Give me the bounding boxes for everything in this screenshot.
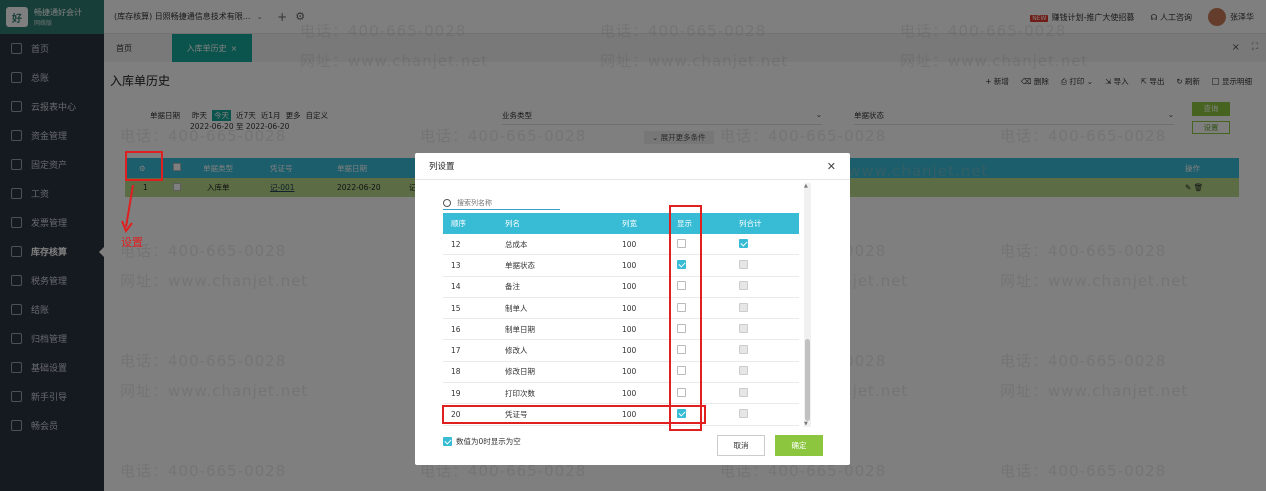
header-order: 顺序 xyxy=(451,219,466,228)
sum-cell xyxy=(733,281,799,292)
settings-icon-highlight xyxy=(125,151,163,181)
cancel-button[interactable]: 取消 xyxy=(717,435,765,456)
sum-checkbox[interactable] xyxy=(739,259,748,269)
close-icon[interactable]: ✕ xyxy=(827,160,836,173)
column-search[interactable] xyxy=(443,196,560,210)
header-sum: 列合计 xyxy=(739,219,762,228)
annotation-arrow xyxy=(121,184,134,234)
scroll-down-icon[interactable]: ▼ xyxy=(804,421,808,427)
column-row: 15 制单人 100 xyxy=(443,298,799,320)
dialog-title: 列设置 xyxy=(415,153,850,180)
column-row: 13 单据状态 100 xyxy=(443,255,799,277)
column-row: 18 修改日期 100 xyxy=(443,362,799,384)
column-order: 16 xyxy=(451,324,461,334)
zero-as-empty-option[interactable]: 数值为0时显示为空 xyxy=(443,436,521,447)
column-order: 14 xyxy=(451,282,461,292)
column-width[interactable]: 100 xyxy=(619,261,671,270)
column-row: 12 总成本 100 xyxy=(443,234,799,256)
column-name: 修改日期 xyxy=(505,367,535,377)
column-name: 总成本 xyxy=(505,239,528,249)
column-width[interactable]: 100 xyxy=(619,240,671,249)
column-width[interactable]: 100 xyxy=(619,282,671,291)
search-icon xyxy=(443,198,451,207)
column-row: 17 修改人 100 xyxy=(443,340,799,362)
sum-cell xyxy=(733,387,799,399)
sum-checkbox[interactable] xyxy=(739,238,748,248)
column-width[interactable]: 100 xyxy=(619,346,671,355)
column-width[interactable]: 100 xyxy=(619,304,671,313)
header-name: 列名 xyxy=(505,219,520,228)
sum-cell xyxy=(733,409,799,420)
sum-cell xyxy=(733,345,799,356)
column-name: 备注 xyxy=(505,282,520,292)
sum-checkbox[interactable] xyxy=(739,302,748,312)
column-order: 19 xyxy=(451,388,461,398)
sum-checkbox[interactable] xyxy=(739,345,748,355)
column-row: 14 备注 100 xyxy=(443,277,799,298)
scroll-up-icon[interactable]: ▲ xyxy=(804,183,808,189)
sum-checkbox[interactable] xyxy=(739,323,748,333)
scrollbar-thumb[interactable] xyxy=(805,339,810,421)
column-row: 19 打印次数 100 xyxy=(443,383,799,405)
zero-as-empty-label: 数值为0时显示为空 xyxy=(456,437,521,446)
column-order: 18 xyxy=(451,367,461,377)
header-width: 列宽 xyxy=(622,219,637,228)
sum-cell xyxy=(733,302,799,314)
annotation-label: 设置 xyxy=(121,236,143,249)
show-column-highlight xyxy=(669,205,702,431)
column-table-header: 顺序 列名 列宽 显示 列合计 xyxy=(443,213,799,234)
sum-cell xyxy=(733,366,799,377)
column-name: 修改人 xyxy=(505,346,528,356)
voucher-row-highlight xyxy=(442,405,706,424)
column-rows: 12 总成本 100 13 单据状态 100 14 备注 100 15 制单人 100 16 制单日期 10… xyxy=(443,234,799,426)
sum-cell xyxy=(733,323,799,335)
column-name: 打印次数 xyxy=(505,388,535,398)
sum-checkbox[interactable] xyxy=(739,366,748,376)
column-table: 顺序 列名 列宽 显示 列合计 12 总成本 100 13 单据状态 100 14 备注 100… xyxy=(443,213,799,426)
column-row: 16 制单日期 100 xyxy=(443,319,799,341)
column-search-input[interactable] xyxy=(457,198,552,207)
sum-checkbox[interactable] xyxy=(739,409,748,419)
column-order: 15 xyxy=(451,303,461,313)
dialog-scrollbar[interactable]: ▲ ▼ xyxy=(804,183,811,427)
column-width[interactable]: 100 xyxy=(619,367,671,376)
zero-as-empty-checkbox[interactable] xyxy=(443,437,452,446)
column-order: 13 xyxy=(451,260,461,270)
ok-button[interactable]: 确定 xyxy=(775,435,823,456)
sum-cell xyxy=(733,259,799,271)
sum-cell xyxy=(733,238,799,250)
column-width[interactable]: 100 xyxy=(619,389,671,398)
column-name: 制单人 xyxy=(505,303,528,313)
column-width[interactable]: 100 xyxy=(619,325,671,334)
column-order: 12 xyxy=(451,239,461,249)
column-name: 单据状态 xyxy=(505,260,535,270)
column-order: 17 xyxy=(451,346,461,356)
sum-checkbox[interactable] xyxy=(739,281,748,291)
column-name: 制单日期 xyxy=(505,324,535,334)
sum-checkbox[interactable] xyxy=(739,387,748,397)
